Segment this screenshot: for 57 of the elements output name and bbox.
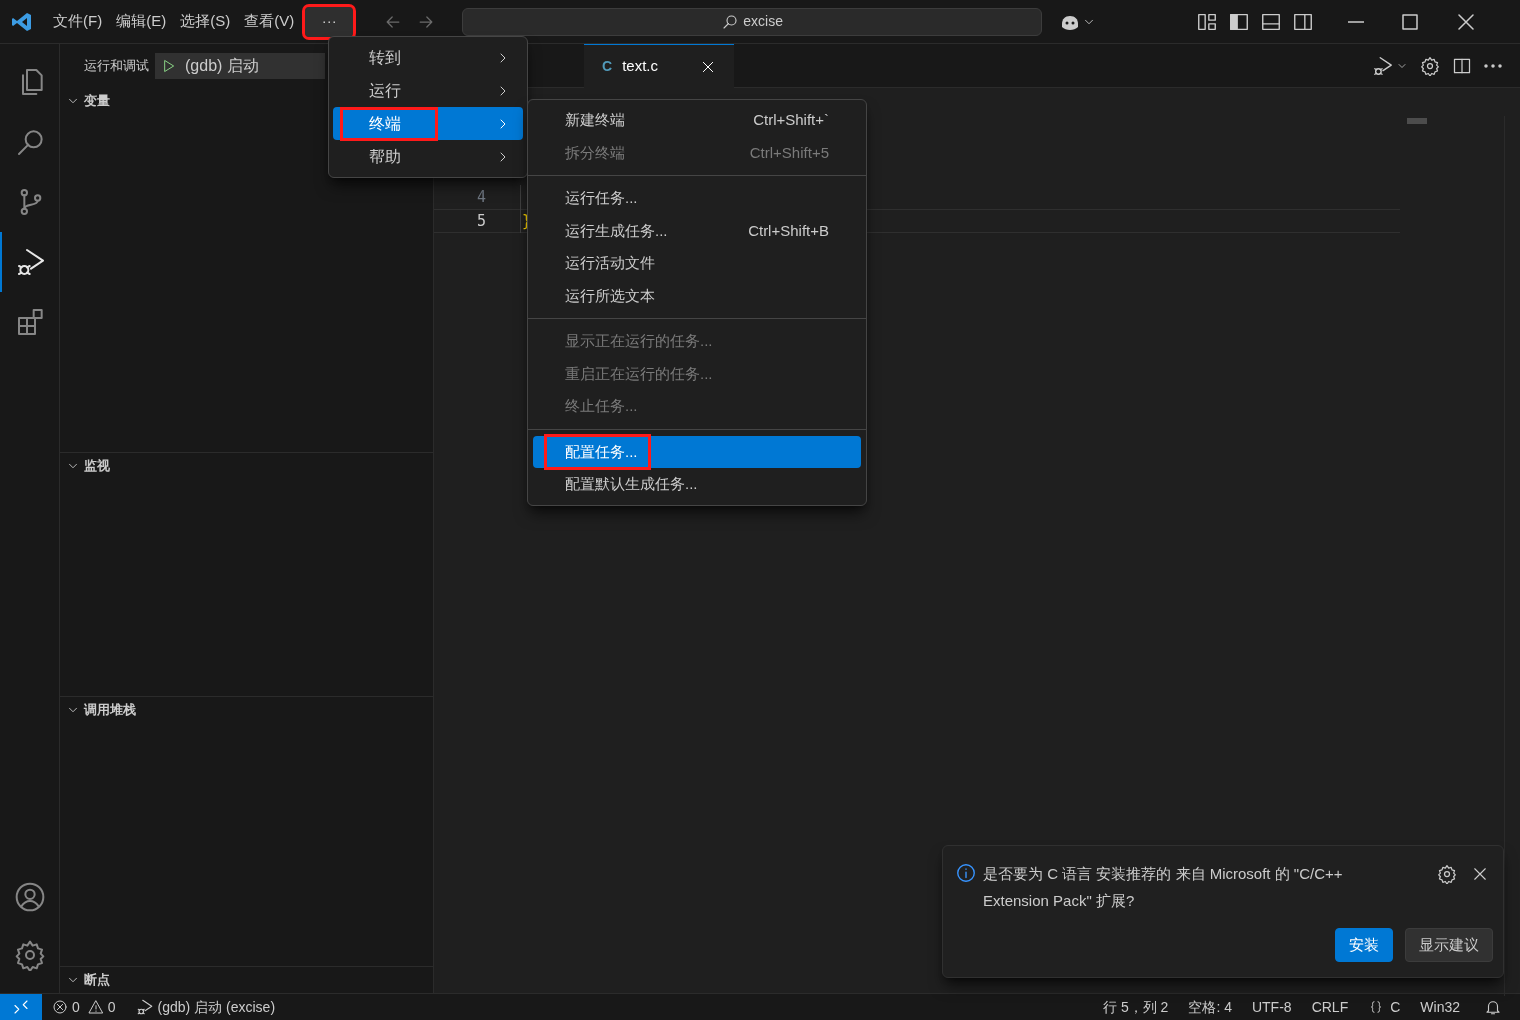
- menu-item[interactable]: 新建终端 Ctrl+Shift+`: [533, 104, 861, 137]
- show-recommendations-button[interactable]: 显示建议: [1405, 928, 1493, 962]
- notification-message: 是否要为 C 语言 安装推荐的 来自 Microsoft 的 "C/C++ Extension Pack" 扩展?: [983, 864, 1344, 911]
- section-header[interactable]: 调用堆栈: [60, 697, 433, 723]
- remote-button[interactable]: [0, 993, 42, 1020]
- status-item[interactable]: 空格: 4: [1188, 996, 1232, 1018]
- info-icon: [955, 862, 977, 884]
- menu-item[interactable]: 查看(V): [237, 6, 302, 37]
- menu-item[interactable]: 选择(S): [173, 6, 238, 37]
- menu-item[interactable]: 终端: [333, 107, 523, 140]
- more-icon: [1484, 63, 1502, 68]
- menu-item[interactable]: 运行活动文件: [533, 247, 861, 280]
- menu-item[interactable]: 运行生成任务... Ctrl+Shift+B: [533, 214, 861, 247]
- launch-config-dropdown[interactable]: (gdb) 启动: [155, 53, 325, 79]
- language-status[interactable]: C: [1368, 996, 1401, 1018]
- line-number: 4: [475, 186, 487, 208]
- menu-item[interactable]: 编辑(E): [109, 6, 174, 37]
- section-header[interactable]: 断点: [60, 967, 433, 993]
- search-icon: [721, 12, 740, 31]
- remote-icon: [12, 998, 30, 1016]
- close-icon: [1471, 865, 1489, 883]
- menu-item[interactable]: 帮助: [333, 140, 523, 173]
- account-icon: [13, 881, 46, 913]
- status-item[interactable]: UTF-8: [1251, 996, 1292, 1018]
- maximize-icon: [1402, 13, 1419, 30]
- settings-icon: [1437, 864, 1457, 884]
- problems-status[interactable]: 0 0: [52, 996, 116, 1018]
- bell-icon: [1484, 998, 1502, 1016]
- menu-item[interactable]: 运行任务...: [533, 182, 861, 215]
- run-debug-icon: [135, 998, 154, 1016]
- menu-item[interactable]: 文件(F): [46, 6, 110, 37]
- menu-item[interactable]: 运行: [333, 74, 523, 107]
- close-icon: [1458, 13, 1475, 30]
- status-item[interactable]: 行 5，列 2: [1103, 996, 1169, 1018]
- file-type-icon: C: [602, 56, 613, 77]
- status-item[interactable]: CRLF: [1311, 996, 1349, 1018]
- editor-tab[interactable]: C text.c: [584, 44, 734, 88]
- search-field[interactable]: excise: [462, 7, 1043, 36]
- menu-item[interactable]: 配置任务...: [533, 435, 861, 468]
- debug-status[interactable]: (gdb) 启动 (excise): [135, 996, 276, 1018]
- install-button[interactable]: 安装: [1335, 928, 1393, 962]
- section-header[interactable]: 监视: [60, 453, 433, 479]
- sidebar-title: 运行和调试: [84, 57, 149, 76]
- run-debug-icon: [1372, 54, 1394, 77]
- line-number: 5: [475, 210, 487, 232]
- menu-item[interactable]: 运行所选文本: [533, 279, 861, 312]
- status-item[interactable]: Win32: [1420, 996, 1460, 1018]
- error-icon: [52, 999, 68, 1015]
- menu-item[interactable]: 转到: [333, 41, 523, 74]
- more-button[interactable]: ···: [305, 6, 354, 37]
- warning-icon: [87, 999, 104, 1015]
- play-icon: [161, 58, 177, 74]
- minimize-icon: [1348, 20, 1365, 23]
- settings-icon: [13, 939, 46, 971]
- menu-item[interactable]: 配置默认生成任务...: [533, 468, 861, 501]
- settings-icon: [1420, 55, 1440, 76]
- minimap: [1407, 118, 1427, 124]
